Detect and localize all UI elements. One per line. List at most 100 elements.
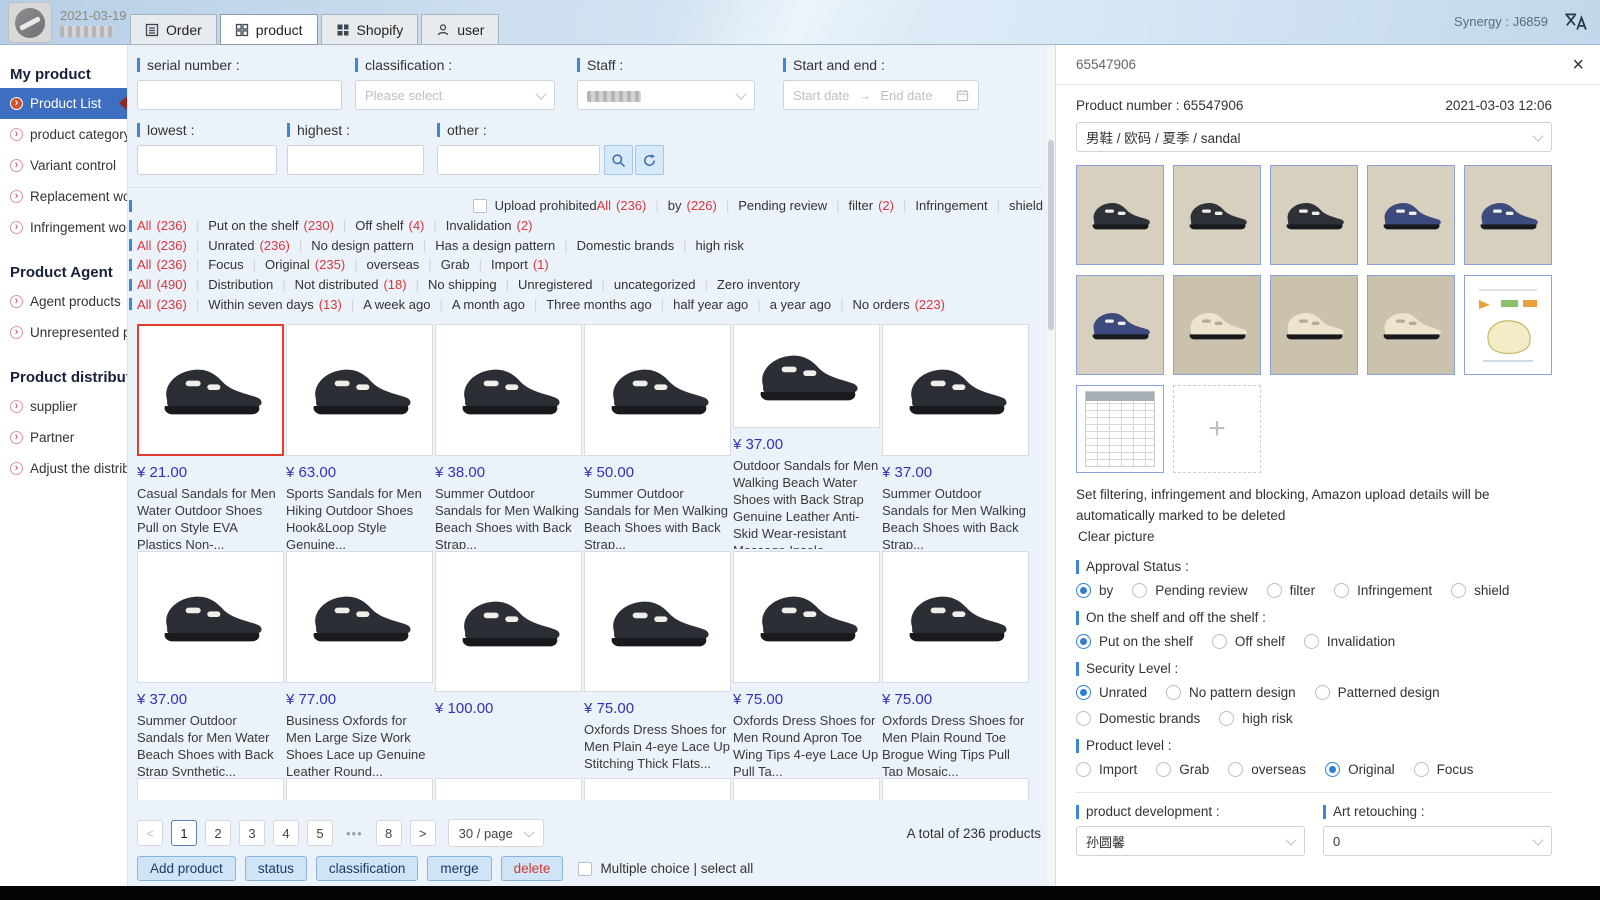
- product-card[interactable]: ¥ 100.00: [435, 551, 582, 776]
- filter-link[interactable]: Zero inventory: [696, 277, 800, 292]
- product-thumbnail[interactable]: [1464, 165, 1552, 265]
- product-card[interactable]: ¥ 63.00 Sports Sandals for Men Hiking Ou…: [286, 324, 433, 549]
- page-button[interactable]: >: [410, 820, 436, 846]
- filter-link[interactable]: filter(2): [827, 198, 894, 213]
- search-button[interactable]: [604, 145, 633, 175]
- sidebar-item[interactable]: ›Partner: [0, 422, 127, 453]
- sidebar-item[interactable]: ›Variant control: [0, 150, 127, 181]
- action-button[interactable]: status: [245, 856, 307, 881]
- radio-option[interactable]: Unrated: [1076, 685, 1147, 700]
- sidebar-item[interactable]: ›Adjust the distrib: [0, 453, 127, 484]
- filter-link[interactable]: A week ago: [342, 297, 431, 312]
- product-card-partial[interactable]: [435, 778, 582, 800]
- filter-link[interactable]: Unregistered: [497, 277, 593, 292]
- category-select[interactable]: 男鞋 / 欧码 / 夏季 / sandal: [1076, 122, 1552, 152]
- filter-link[interactable]: shield: [988, 198, 1043, 213]
- page-button[interactable]: <: [137, 820, 163, 846]
- radio-option[interactable]: high risk: [1219, 711, 1292, 726]
- page-button[interactable]: 5: [307, 820, 333, 846]
- filter-link[interactable]: a year ago: [748, 297, 831, 312]
- product-thumbnail[interactable]: [1367, 165, 1455, 265]
- highest-price-input[interactable]: [287, 145, 424, 175]
- radio-option[interactable]: Import: [1076, 762, 1137, 777]
- radio-option[interactable]: No pattern design: [1166, 685, 1296, 700]
- tab-user[interactable]: user: [421, 14, 499, 45]
- action-button[interactable]: delete: [501, 856, 564, 881]
- filter-link[interactable]: Within seven days(13): [187, 297, 342, 312]
- radio-option[interactable]: Invalidation: [1304, 634, 1395, 649]
- filter-link[interactable]: Not distributed(18): [273, 277, 406, 292]
- filter-link[interactable]: No design pattern: [290, 238, 414, 253]
- page-button[interactable]: 1: [171, 820, 197, 846]
- radio-option[interactable]: Grab: [1156, 762, 1209, 777]
- filter-link[interactable]: Grab: [419, 257, 469, 272]
- product-card[interactable]: ¥ 77.00 Business Oxfords for Men Large S…: [286, 551, 433, 776]
- product-card-partial[interactable]: [286, 778, 433, 800]
- product-thumbnail[interactable]: [1076, 385, 1164, 473]
- product-card[interactable]: ¥ 37.00 Outdoor Sandals for Men Walking …: [733, 324, 880, 549]
- page-button[interactable]: 3: [239, 820, 265, 846]
- sidebar-item[interactable]: ›Infringement wor: [0, 212, 127, 243]
- page-button[interactable]: 8: [376, 820, 402, 846]
- art-retouching-select[interactable]: 0: [1323, 826, 1552, 856]
- filter-link[interactable]: Has a design pattern: [414, 238, 555, 253]
- product-card[interactable]: ¥ 37.00 Summer Outdoor Sandals for Men W…: [137, 551, 284, 776]
- staff-select[interactable]: [577, 80, 755, 110]
- product-thumbnail[interactable]: [1173, 165, 1261, 265]
- filter-link[interactable]: All(236): [137, 297, 187, 312]
- filter-link[interactable]: All(236): [137, 218, 187, 233]
- product-card[interactable]: ¥ 75.00 Oxfords Dress Shoes for Men Plai…: [882, 551, 1029, 776]
- product-card-partial[interactable]: [733, 778, 880, 800]
- product-thumbnail[interactable]: [1076, 275, 1164, 375]
- product-card[interactable]: ¥ 37.00 Summer Outdoor Sandals for Men W…: [882, 324, 1029, 549]
- filter-link[interactable]: Invalidation(2): [424, 218, 532, 233]
- filter-link[interactable]: Pending review: [717, 198, 827, 213]
- filter-link[interactable]: All(236): [597, 198, 647, 213]
- product-development-select[interactable]: 孙圆馨: [1076, 826, 1305, 856]
- lowest-price-input[interactable]: [137, 145, 277, 175]
- sidebar-item[interactable]: ›Agent products: [0, 286, 127, 317]
- main-scrollbar-thumb[interactable]: [1048, 140, 1054, 330]
- product-card-partial[interactable]: [584, 778, 731, 800]
- filter-link[interactable]: high risk: [674, 238, 744, 253]
- product-thumbnail[interactable]: [1270, 165, 1358, 265]
- product-card-partial[interactable]: [882, 778, 1029, 800]
- product-card[interactable]: ¥ 50.00 Summer Outdoor Sandals for Men W…: [584, 324, 731, 549]
- page-size-select[interactable]: 30 / page: [448, 819, 544, 847]
- radio-option[interactable]: overseas: [1228, 762, 1306, 777]
- action-button[interactable]: classification: [316, 856, 419, 881]
- filter-link[interactable]: Distribution: [187, 277, 273, 292]
- product-card[interactable]: ¥ 38.00 Summer Outdoor Sandals for Men W…: [435, 324, 582, 549]
- sidebar-item[interactable]: ›product category: [0, 119, 127, 150]
- product-thumbnail[interactable]: [1076, 165, 1164, 265]
- close-icon[interactable]: ×: [1572, 55, 1584, 75]
- tab-shopify[interactable]: Shopify: [321, 14, 419, 45]
- page-button[interactable]: •••: [341, 820, 368, 846]
- filter-link[interactable]: Focus: [187, 257, 244, 272]
- filter-link[interactable]: No shipping: [407, 277, 497, 292]
- tab-product[interactable]: product: [220, 14, 318, 45]
- radio-option[interactable]: Focus: [1414, 762, 1474, 777]
- filter-link[interactable]: Infringement: [894, 198, 988, 213]
- product-thumbnail[interactable]: [1173, 385, 1261, 473]
- sidebar-item[interactable]: ›Unrepresented pr: [0, 317, 127, 348]
- radio-option[interactable]: Domestic brands: [1076, 711, 1200, 726]
- filter-link[interactable]: Domestic brands: [555, 238, 674, 253]
- translate-icon[interactable]: [1562, 9, 1588, 35]
- clear-picture-link[interactable]: Clear picture: [1078, 526, 1552, 547]
- action-button[interactable]: Add product: [137, 856, 236, 881]
- date-range-picker[interactable]: Start date→End date: [783, 80, 979, 110]
- multi-select-checkbox[interactable]: Multiple choice | select all: [572, 861, 753, 876]
- filter-link[interactable]: Put on the shelf(230): [187, 218, 334, 233]
- radio-option[interactable]: by: [1076, 583, 1113, 598]
- filter-link[interactable]: half year ago: [652, 297, 749, 312]
- serial-number-input[interactable]: [137, 80, 342, 110]
- filter-link[interactable]: No orders(223): [831, 297, 945, 312]
- radio-option[interactable]: filter: [1267, 583, 1316, 598]
- radio-option[interactable]: Off shelf: [1212, 634, 1285, 649]
- tab-order[interactable]: Order: [130, 14, 217, 45]
- filter-link[interactable]: Original(235): [244, 257, 346, 272]
- filter-link[interactable]: overseas: [345, 257, 419, 272]
- filter-link[interactable]: Three months ago: [525, 297, 652, 312]
- action-button[interactable]: merge: [427, 856, 491, 881]
